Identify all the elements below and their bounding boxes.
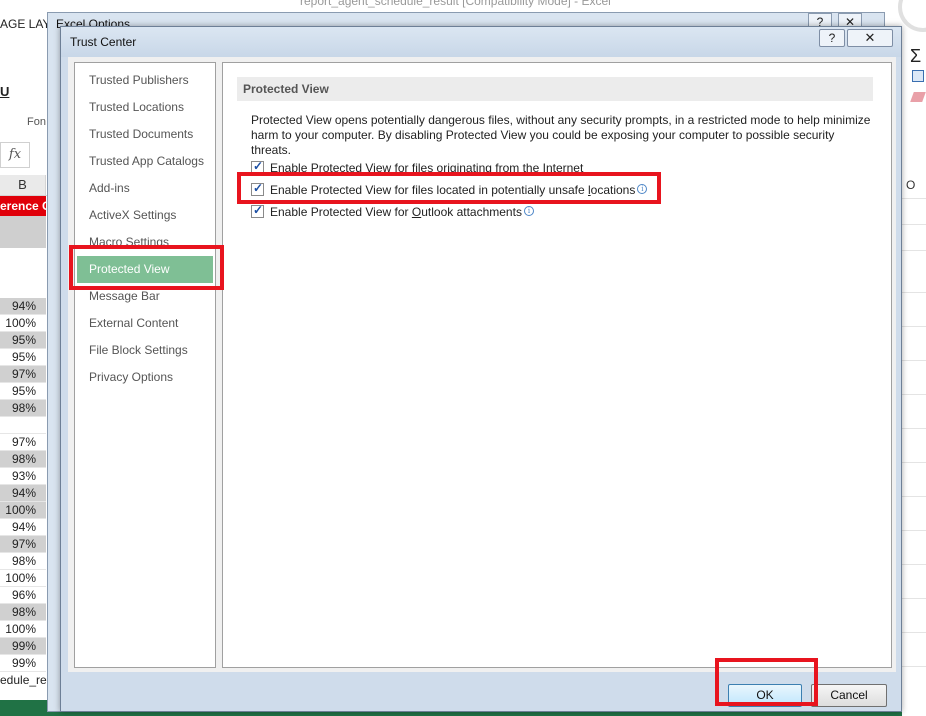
percentage-cell[interactable]: 93%: [0, 468, 46, 485]
nav-item-trusted-locations[interactable]: Trusted Locations: [75, 94, 215, 121]
insert-function-button[interactable]: fx: [0, 142, 30, 168]
percentage-cell[interactable]: 97%: [0, 366, 46, 383]
percentage-cell[interactable]: 97%: [0, 434, 46, 451]
option-outlook-attachments[interactable]: ✓ Enable Protected View for Outlook attac…: [251, 203, 534, 221]
font-group-label: Fon: [27, 116, 46, 128]
option-label: ocations: [590, 183, 636, 197]
dialog-footer: OK Cancel: [61, 672, 901, 712]
nav-item-macro-settings[interactable]: Macro Settings: [75, 229, 215, 256]
protected-view-description: Protected View opens potentially dangero…: [251, 113, 871, 157]
trust-center-nav: Trusted Publishers Trusted Locations Tru…: [74, 62, 216, 668]
grid-line: [902, 224, 926, 225]
protected-view-panel: Protected View Protected View opens pote…: [222, 62, 892, 668]
grid-line: [902, 564, 926, 565]
option-internet-files[interactable]: ✓ Enable Protected View for files origina…: [251, 159, 584, 177]
nav-item-protected-view[interactable]: Protected View: [77, 256, 213, 283]
percentage-cell[interactable]: 100%: [0, 502, 46, 519]
option-label: Enable Protected View for files: [270, 161, 437, 175]
option-label-accelerator: O: [411, 205, 422, 219]
nav-item-external-content[interactable]: External Content: [75, 310, 215, 337]
checkmark-icon: ✓: [253, 159, 264, 173]
checkbox-unsafe-locations[interactable]: ✓: [251, 181, 264, 196]
autosum-icon[interactable]: Σ: [910, 46, 921, 67]
percentage-cell[interactable]: 94%: [0, 485, 46, 502]
grid-line: [902, 428, 926, 429]
underline-button[interactable]: U: [0, 84, 9, 99]
excel-window-title: report_agent_schedule_result [Compatibil…: [300, 0, 611, 8]
grid-line: [902, 198, 926, 199]
ok-button[interactable]: OK: [728, 684, 802, 707]
sheet-tab[interactable]: edule_re: [0, 673, 47, 687]
section-heading: Protected View: [237, 77, 873, 101]
nav-item-privacy-options[interactable]: Privacy Options: [75, 364, 215, 391]
checkmark-icon: ✓: [253, 181, 264, 195]
grid-line: [902, 394, 926, 395]
checkmark-icon: ✓: [253, 203, 264, 217]
grid-line: [902, 632, 926, 633]
help-button[interactable]: ?: [819, 29, 845, 47]
percentage-cells: 94% 100% 95% 95% 97% 95% 98% 97% 98% 93% 94% 100% 94…: [0, 298, 46, 672]
nav-item-add-ins[interactable]: Add-ins: [75, 175, 215, 202]
grid-line: [902, 530, 926, 531]
percentage-cell[interactable]: 95%: [0, 332, 46, 349]
grid-line: [902, 598, 926, 599]
trust-center-body: Trusted Publishers Trusted Locations Tru…: [68, 57, 896, 672]
percentage-cell[interactable]: 96%: [0, 587, 46, 604]
grid-line: [902, 462, 926, 463]
nav-item-trusted-publishers[interactable]: Trusted Publishers: [75, 67, 215, 94]
grid-line: [902, 666, 926, 667]
trust-center-dialog: Trust Center ? ✕ Trusted Publishers Trus…: [60, 26, 902, 712]
nav-item-file-block-settings[interactable]: File Block Settings: [75, 337, 215, 364]
grid-line: [902, 360, 926, 361]
percentage-cell[interactable]: 94%: [0, 298, 46, 315]
fill-down-icon[interactable]: [912, 70, 924, 82]
cancel-button[interactable]: Cancel: [811, 684, 887, 707]
percentage-cell[interactable]: 95%: [0, 383, 46, 400]
option-label: utlook attachments: [421, 205, 522, 219]
percentage-cell[interactable]: 97%: [0, 536, 46, 553]
percentage-cell[interactable]: 100%: [0, 315, 46, 332]
percentage-cell[interactable]: 94%: [0, 519, 46, 536]
percentage-cell[interactable]: 98%: [0, 553, 46, 570]
option-label: Enable Protected View for files located …: [270, 183, 588, 197]
percentage-cell[interactable]: [0, 417, 46, 434]
grid-line: [902, 250, 926, 251]
percentage-cell[interactable]: 98%: [0, 604, 46, 621]
trust-center-titlebar: Trust Center ? ✕: [61, 27, 901, 57]
trust-center-title: Trust Center: [70, 35, 137, 49]
option-unsafe-locations[interactable]: ✓ Enable Protected View for files located…: [251, 181, 648, 199]
grid-line: [902, 292, 926, 293]
percentage-cell[interactable]: 99%: [0, 655, 46, 672]
percentage-cell[interactable]: 100%: [0, 621, 46, 638]
option-label: Enable Protected View for: [270, 205, 412, 219]
info-icon[interactable]: i: [523, 206, 534, 216]
nav-item-trusted-app-catalogs[interactable]: Trusted App Catalogs: [75, 148, 215, 175]
grey-cell-block[interactable]: [0, 216, 46, 248]
percentage-cell[interactable]: 98%: [0, 400, 46, 417]
checkbox-internet-files[interactable]: ✓: [251, 159, 264, 174]
checkbox-outlook-attachments[interactable]: ✓: [251, 203, 264, 218]
percentage-cell[interactable]: 98%: [0, 451, 46, 468]
grid-line: [902, 496, 926, 497]
close-button[interactable]: ✕: [847, 29, 893, 47]
grid-line: [902, 326, 926, 327]
column-header-b[interactable]: B: [0, 175, 46, 195]
percentage-cell[interactable]: 100%: [0, 570, 46, 587]
nav-item-activex-settings[interactable]: ActiveX Settings: [75, 202, 215, 229]
option-label: riginating from the Internet: [443, 161, 584, 175]
ribbon-tab-page-layout[interactable]: AGE LAY: [0, 17, 50, 31]
percentage-cell[interactable]: 99%: [0, 638, 46, 655]
percentage-cell[interactable]: 95%: [0, 349, 46, 366]
red-header-cell[interactable]: erence C: [0, 196, 46, 216]
column-header-o[interactable]: O: [906, 178, 915, 192]
right-ribbon-strip: [902, 0, 926, 716]
nav-item-trusted-documents[interactable]: Trusted Documents: [75, 121, 215, 148]
nav-item-message-bar[interactable]: Message Bar: [75, 283, 215, 310]
info-icon[interactable]: i: [637, 184, 648, 194]
